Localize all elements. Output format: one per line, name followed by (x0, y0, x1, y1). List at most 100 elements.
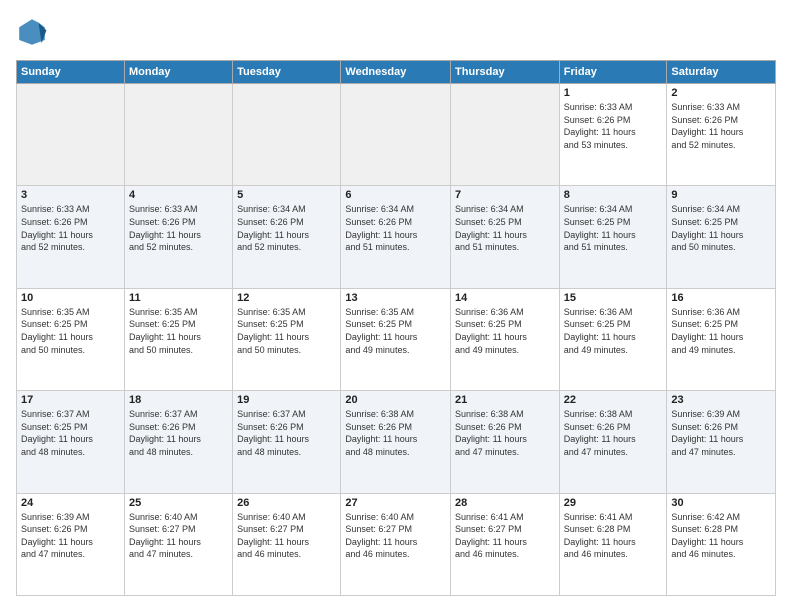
calendar-day-13: 13 Sunrise: 6:35 AM Sunset: 6:25 PM Dayli… (341, 288, 451, 390)
calendar-day-14: 14 Sunrise: 6:36 AM Sunset: 6:25 PM Dayli… (451, 288, 560, 390)
day-number: 22 (564, 394, 663, 406)
calendar-header-monday: Monday (124, 61, 232, 84)
day-number: 16 (671, 292, 771, 304)
day-info: Sunrise: 6:33 AM Sunset: 6:26 PM Dayligh… (564, 101, 663, 151)
day-number: 1 (564, 87, 663, 99)
calendar-header-tuesday: Tuesday (233, 61, 341, 84)
day-info: Sunrise: 6:34 AM Sunset: 6:26 PM Dayligh… (345, 203, 446, 253)
day-number: 7 (455, 189, 555, 201)
day-number: 3 (21, 189, 120, 201)
day-number: 10 (21, 292, 120, 304)
calendar-day-18: 18 Sunrise: 6:37 AM Sunset: 6:26 PM Dayli… (124, 391, 232, 493)
day-number: 8 (564, 189, 663, 201)
day-info: Sunrise: 6:38 AM Sunset: 6:26 PM Dayligh… (345, 408, 446, 458)
calendar-empty (233, 84, 341, 186)
day-number: 12 (237, 292, 336, 304)
day-info: Sunrise: 6:35 AM Sunset: 6:25 PM Dayligh… (345, 306, 446, 356)
day-info: Sunrise: 6:39 AM Sunset: 6:26 PM Dayligh… (21, 511, 120, 561)
day-info: Sunrise: 6:37 AM Sunset: 6:25 PM Dayligh… (21, 408, 120, 458)
day-info: Sunrise: 6:33 AM Sunset: 6:26 PM Dayligh… (21, 203, 120, 253)
calendar-day-12: 12Sunrise: 6:35 AM Sunset: 6:25 PM Dayli… (233, 288, 341, 390)
day-number: 29 (564, 497, 663, 509)
calendar-day-10: 10 Sunrise: 6:35 AM Sunset: 6:25 PM Dayli… (17, 288, 125, 390)
day-number: 5 (237, 189, 336, 201)
day-number: 30 (671, 497, 771, 509)
calendar-day-19: 19 Sunrise: 6:37 AM Sunset: 6:26 PM Dayli… (233, 391, 341, 493)
calendar-day-7: 7 Sunrise: 6:34 AM Sunset: 6:25 PM Daylig… (451, 186, 560, 288)
calendar-empty (124, 84, 232, 186)
day-info: Sunrise: 6:40 AM Sunset: 6:27 PM Dayligh… (237, 511, 336, 561)
calendar-header-sunday: Sunday (17, 61, 125, 84)
day-info: Sunrise: 6:40 AM Sunset: 6:27 PM Dayligh… (345, 511, 446, 561)
day-info: Sunrise: 6:37 AM Sunset: 6:26 PM Dayligh… (129, 408, 228, 458)
calendar-day-29: 29 Sunrise: 6:41 AM Sunset: 6:28 PM Dayli… (559, 493, 667, 595)
calendar-week-5: 24 Sunrise: 6:39 AM Sunset: 6:26 PM Dayli… (17, 493, 776, 595)
calendar-header-wednesday: Wednesday (341, 61, 451, 84)
calendar-day-6: 6 Sunrise: 6:34 AM Sunset: 6:26 PM Daylig… (341, 186, 451, 288)
calendar-week-1: 1 Sunrise: 6:33 AM Sunset: 6:26 PM Daylig… (17, 84, 776, 186)
day-number: 17 (21, 394, 120, 406)
day-info: Sunrise: 6:33 AM Sunset: 6:26 PM Dayligh… (129, 203, 228, 253)
day-info: Sunrise: 6:37 AM Sunset: 6:26 PM Dayligh… (237, 408, 336, 458)
calendar-week-2: 3 Sunrise: 6:33 AM Sunset: 6:26 PM Daylig… (17, 186, 776, 288)
day-number: 2 (671, 87, 771, 99)
day-number: 9 (671, 189, 771, 201)
day-info: Sunrise: 6:33 AM Sunset: 6:26 PM Dayligh… (671, 101, 771, 151)
day-number: 20 (345, 394, 446, 406)
header (16, 16, 776, 48)
day-number: 26 (237, 497, 336, 509)
day-info: Sunrise: 6:34 AM Sunset: 6:25 PM Dayligh… (564, 203, 663, 253)
calendar-day-17: 17 Sunrise: 6:37 AM Sunset: 6:25 PM Dayli… (17, 391, 125, 493)
day-info: Sunrise: 6:34 AM Sunset: 6:26 PM Dayligh… (237, 203, 336, 253)
calendar-empty (451, 84, 560, 186)
logo-icon (16, 16, 48, 48)
day-number: 6 (345, 189, 446, 201)
day-number: 14 (455, 292, 555, 304)
day-info: Sunrise: 6:38 AM Sunset: 6:26 PM Dayligh… (455, 408, 555, 458)
day-number: 25 (129, 497, 228, 509)
day-info: Sunrise: 6:34 AM Sunset: 6:25 PM Dayligh… (671, 203, 771, 253)
day-number: 11 (129, 292, 228, 304)
calendar-day-8: 8 Sunrise: 6:34 AM Sunset: 6:25 PM Daylig… (559, 186, 667, 288)
day-number: 23 (671, 394, 771, 406)
day-number: 4 (129, 189, 228, 201)
calendar-day-3: 3 Sunrise: 6:33 AM Sunset: 6:26 PM Daylig… (17, 186, 125, 288)
calendar-day-22: 22 Sunrise: 6:38 AM Sunset: 6:26 PM Dayli… (559, 391, 667, 493)
calendar-week-4: 17 Sunrise: 6:37 AM Sunset: 6:25 PM Dayli… (17, 391, 776, 493)
day-number: 19 (237, 394, 336, 406)
day-info: Sunrise: 6:36 AM Sunset: 6:25 PM Dayligh… (671, 306, 771, 356)
calendar-day-23: 23 Sunrise: 6:39 AM Sunset: 6:26 PM Dayli… (667, 391, 776, 493)
calendar-empty (17, 84, 125, 186)
day-number: 24 (21, 497, 120, 509)
calendar-day-4: 4 Sunrise: 6:33 AM Sunset: 6:26 PM Daylig… (124, 186, 232, 288)
day-info: Sunrise: 6:42 AM Sunset: 6:28 PM Dayligh… (671, 511, 771, 561)
day-info: Sunrise: 6:39 AM Sunset: 6:26 PM Dayligh… (671, 408, 771, 458)
calendar-header-friday: Friday (559, 61, 667, 84)
day-number: 13 (345, 292, 446, 304)
calendar-day-30: 30 Sunrise: 6:42 AM Sunset: 6:28 PM Dayli… (667, 493, 776, 595)
day-info: Sunrise: 6:36 AM Sunset: 6:25 PM Dayligh… (455, 306, 555, 356)
calendar-day-24: 24 Sunrise: 6:39 AM Sunset: 6:26 PM Dayli… (17, 493, 125, 595)
calendar-day-28: 28 Sunrise: 6:41 AM Sunset: 6:27 PM Dayli… (451, 493, 560, 595)
calendar-header-thursday: Thursday (451, 61, 560, 84)
calendar-day-25: 25 Sunrise: 6:40 AM Sunset: 6:27 PM Dayli… (124, 493, 232, 595)
calendar-day-1: 1 Sunrise: 6:33 AM Sunset: 6:26 PM Daylig… (559, 84, 667, 186)
calendar-day-26: 26 Sunrise: 6:40 AM Sunset: 6:27 PM Dayli… (233, 493, 341, 595)
day-info: Sunrise: 6:34 AM Sunset: 6:25 PM Dayligh… (455, 203, 555, 253)
day-number: 18 (129, 394, 228, 406)
calendar-day-16: 16 Sunrise: 6:36 AM Sunset: 6:25 PM Dayli… (667, 288, 776, 390)
day-info: Sunrise: 6:36 AM Sunset: 6:25 PM Dayligh… (564, 306, 663, 356)
calendar-day-5: 5 Sunrise: 6:34 AM Sunset: 6:26 PM Daylig… (233, 186, 341, 288)
day-number: 28 (455, 497, 555, 509)
calendar-empty (341, 84, 451, 186)
calendar-table: SundayMondayTuesdayWednesdayThursdayFrid… (16, 60, 776, 596)
day-info: Sunrise: 6:35 AM Sunset: 6:25 PM Dayligh… (21, 306, 120, 356)
day-number: 15 (564, 292, 663, 304)
calendar-header-row: SundayMondayTuesdayWednesdayThursdayFrid… (17, 61, 776, 84)
day-info: Sunrise: 6:41 AM Sunset: 6:27 PM Dayligh… (455, 511, 555, 561)
day-info: Sunrise: 6:38 AM Sunset: 6:26 PM Dayligh… (564, 408, 663, 458)
day-info: Sunrise: 6:41 AM Sunset: 6:28 PM Dayligh… (564, 511, 663, 561)
day-info: Sunrise: 6:40 AM Sunset: 6:27 PM Dayligh… (129, 511, 228, 561)
day-info: Sunrise: 6:35 AM Sunset: 6:25 PM Dayligh… (129, 306, 228, 356)
calendar-day-20: 20 Sunrise: 6:38 AM Sunset: 6:26 PM Dayli… (341, 391, 451, 493)
